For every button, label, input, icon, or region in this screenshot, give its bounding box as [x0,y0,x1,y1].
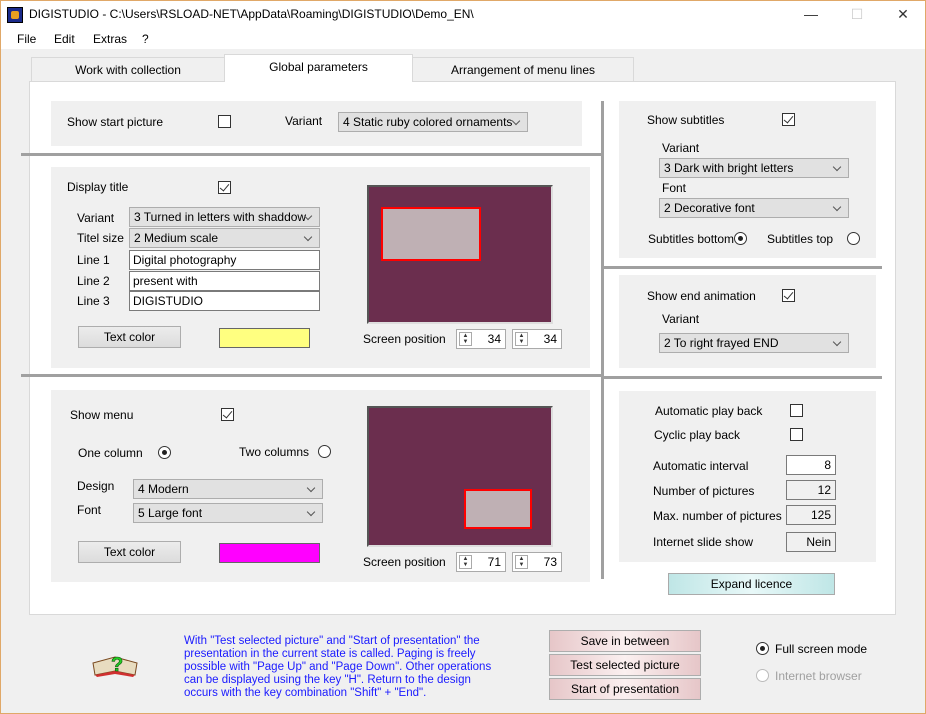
title-variant-select[interactable]: 3 Turned in letters with shaddow [129,207,320,227]
internet-slideshow-label: Internet slide show [653,535,754,549]
help-text: With "Test selected picture" and "Start … [184,635,492,699]
menu-edit[interactable]: Edit [54,32,75,46]
max-pictures-value: 125 [786,505,836,525]
title-text-color-button[interactable]: Text color [78,326,181,348]
max-pictures-label: Max. number of pictures [653,509,782,523]
show-subtitles-checkbox[interactable] [782,113,795,126]
help-book-icon: ? [91,649,141,679]
picture-count-label: Number of pictures [653,484,755,498]
tab-global-parameters[interactable]: Global parameters [224,54,413,82]
subtitles-bottom-label: Subtitles bottom [648,232,735,246]
end-variant-label: Variant [662,312,700,326]
app-icon [7,7,23,23]
show-end-animation-checkbox[interactable] [782,289,795,302]
title-position-marker[interactable] [381,207,481,261]
title-color-swatch[interactable] [219,328,310,348]
show-menu-label: Show menu [70,408,134,422]
title-pos-x-value: 34 [487,332,501,346]
show-menu-checkbox[interactable] [221,408,234,421]
menu-help[interactable]: ? [142,32,149,46]
menu-file[interactable]: File [17,32,36,46]
start-variant-select[interactable]: 4 Static ruby colored ornaments [338,112,528,132]
save-in-between-button[interactable]: Save in between [549,630,701,652]
menu-text-color-button[interactable]: Text color [78,541,181,563]
menu-pos-x-spinner[interactable]: ▲ ▼ 71 [456,552,506,572]
title-variant-label: Variant [77,211,115,225]
svg-text:?: ? [111,654,123,676]
line1-input[interactable]: Digital photography [129,250,320,270]
one-column-radio[interactable] [158,446,171,459]
menu-bar [1,29,925,49]
maximize-button[interactable]: ☐ [837,3,877,27]
title-size-label: Titel size [77,231,124,245]
menu-font-select[interactable]: 5 Large font [133,503,323,523]
full-screen-mode-label: Full screen mode [775,642,868,656]
test-selected-picture-button[interactable]: Test selected picture [549,654,701,676]
show-start-picture-checkbox[interactable] [218,115,231,128]
expand-licence-button[interactable]: Expand licence [668,573,835,595]
one-column-label: One column [78,446,143,460]
title-size-select[interactable]: 2 Medium scale [129,228,320,248]
start-of-presentation-button[interactable]: Start of presentation [549,678,701,700]
menu-screen-position-label: Screen position [363,555,446,569]
line2-label: Line 2 [77,274,110,288]
title-pos-x-spinner[interactable]: ▲ ▼ 34 [456,329,506,349]
subtitles-variant-select[interactable]: 3 Dark with bright letters [659,158,849,178]
divider [21,374,604,377]
subtitles-top-radio[interactable] [847,232,860,245]
divider [604,266,882,269]
auto-playback-label: Automatic play back [655,404,763,418]
menu-color-swatch[interactable] [219,543,320,563]
picture-count-value: 12 [786,480,836,500]
menu-pos-y-value: 73 [543,555,557,569]
window-title: DIGISTUDIO - C:\Users\RSLOAD-NET\AppData… [29,7,474,21]
end-variant-select[interactable]: 2 To right frayed END [659,333,849,353]
internet-browser-radio [756,669,769,682]
cyclic-playback-label: Cyclic play back [654,428,741,442]
divider [21,153,604,156]
tab-arrangement-of-menu-lines[interactable]: Arrangement of menu lines [412,57,634,82]
design-select[interactable]: 4 Modern [133,479,323,499]
menu-position-marker[interactable] [464,489,532,529]
display-title-checkbox[interactable] [218,181,231,194]
start-variant-label: Variant [285,114,323,128]
subtitles-font-select[interactable]: 2 Decorative font [659,198,849,218]
subtitles-variant-label: Variant [662,141,700,155]
divider [601,101,604,579]
line2-input[interactable]: present with [129,271,320,291]
two-columns-label: Two columns [239,445,310,459]
interval-label: Automatic interval [653,459,749,473]
menu-font-label: Font [77,503,102,517]
title-pos-y-value: 34 [543,332,557,346]
show-start-picture-label: Show start picture [67,115,164,129]
subtitles-bottom-radio[interactable] [734,232,747,245]
internet-slideshow-value: Nein [786,532,836,552]
divider [604,376,882,379]
show-end-animation-label: Show end animation [647,289,756,303]
close-button[interactable]: ✕ [883,3,923,27]
minimize-button[interactable]: — [791,3,831,27]
display-title-label: Display title [67,180,129,194]
menu-pos-x-value: 71 [487,555,501,569]
interval-input[interactable]: 8 [786,455,836,475]
design-label: Design [77,479,115,493]
internet-browser-label: Internet browser [775,669,862,683]
auto-playback-checkbox[interactable] [790,404,803,417]
menu-pos-y-spinner[interactable]: ▲ ▼ 73 [512,552,562,572]
show-subtitles-label: Show subtitles [647,113,725,127]
subtitles-font-label: Font [662,181,687,195]
line3-input[interactable]: DIGISTUDIO [129,291,320,311]
cyclic-playback-checkbox[interactable] [790,428,803,441]
line1-label: Line 1 [77,253,110,267]
menu-extras[interactable]: Extras [93,32,127,46]
two-columns-radio[interactable] [318,445,331,458]
tab-work-with-collection[interactable]: Work with collection [31,57,225,82]
title-screen-position-label: Screen position [363,332,446,346]
title-pos-y-spinner[interactable]: ▲ ▼ 34 [512,329,562,349]
line3-label: Line 3 [77,294,110,308]
full-screen-mode-radio[interactable] [756,642,769,655]
subtitles-top-label: Subtitles top [767,232,834,246]
